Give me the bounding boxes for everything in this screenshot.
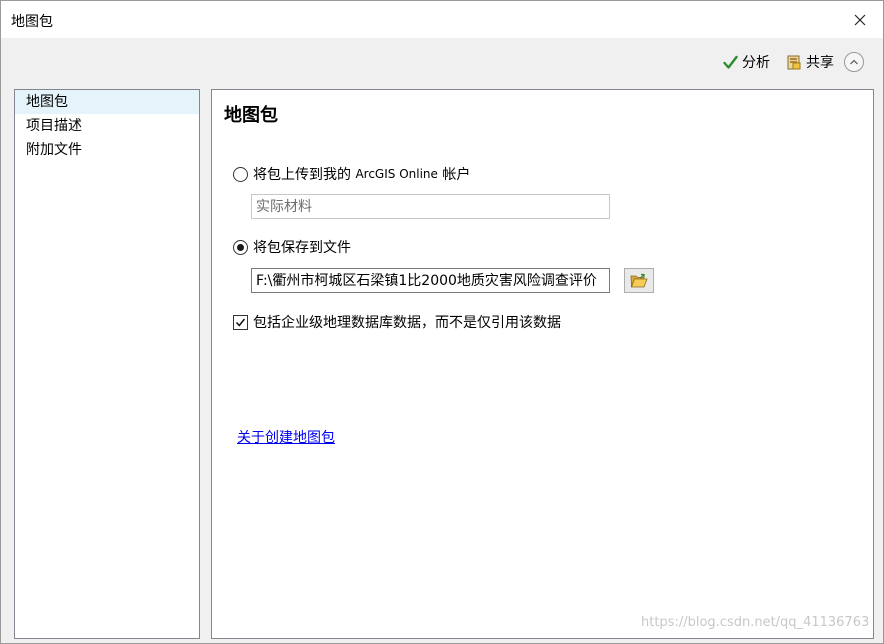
radio-button[interactable]: [233, 166, 248, 182]
window-title: 地图包: [11, 14, 53, 30]
folder-open-icon: [630, 273, 648, 287]
share-label: 共享: [806, 55, 834, 71]
main-panel: 地图包 将包上传到我的 ArcGIS Online 帐户 实际材料 将包保存到文…: [211, 89, 874, 639]
close-icon: [854, 14, 866, 25]
include-gdb-checkbox[interactable]: [233, 314, 248, 330]
browse-button[interactable]: [624, 268, 654, 293]
save-path-input[interactable]: F:\衢州市柯城区石梁镇1比2000地质灾害风险调查评价: [251, 268, 610, 293]
include-gdb-checkbox-row[interactable]: 包括企业级地理数据库数据，而不是仅引用该数据: [233, 312, 561, 332]
toolbar: 分析 共享: [1, 38, 883, 89]
collapse-button[interactable]: [844, 52, 864, 72]
analyze-label: 分析: [742, 55, 770, 71]
upload-option-radio[interactable]: 将包上传到我的 ArcGIS Online 帐户: [233, 164, 470, 184]
sidebar-nav: 地图包 项目描述 附加文件: [14, 89, 200, 639]
title-bar: 地图包: [1, 1, 883, 38]
upload-name-input[interactable]: 实际材料: [251, 194, 610, 219]
analyze-button[interactable]: 分析: [723, 52, 770, 72]
share-icon: [786, 54, 802, 70]
map-package-dialog: 地图包 分析 共享 地图包 项目描述 附加文件 地图包 将包上传到我的 ArcG…: [0, 0, 884, 644]
save-option-radio[interactable]: 将包保存到文件: [233, 237, 351, 257]
upload-option-label-arcgis: ArcGIS Online: [355, 167, 438, 181]
sidebar-item-label: 附加文件: [26, 142, 82, 158]
sidebar-item-item-description[interactable]: 项目描述: [15, 114, 199, 138]
panel-title: 地图包: [224, 105, 278, 126]
sidebar-item-additional-files[interactable]: 附加文件: [15, 138, 199, 162]
help-link-create-map-package[interactable]: 关于创建地图包: [237, 427, 335, 447]
share-button[interactable]: 共享: [786, 52, 834, 72]
checkmark-icon: [235, 318, 246, 327]
save-option-label: 将包保存到文件: [253, 240, 351, 256]
upload-option-label-suffix: 帐户: [437, 167, 471, 183]
checkmark-icon: [723, 55, 738, 70]
chevron-up-icon: [850, 59, 858, 65]
sidebar-item-label: 项目描述: [26, 118, 82, 134]
upload-option-label-prefix: 将包上传到我的: [253, 167, 356, 183]
watermark: https://blog.csdn.net/qq_41136763: [641, 615, 870, 630]
sidebar-item-label: 地图包: [26, 94, 68, 110]
radio-button-selected[interactable]: [233, 239, 248, 255]
include-gdb-label: 包括企业级地理数据库数据，而不是仅引用该数据: [253, 315, 561, 331]
sidebar-item-map-package[interactable]: 地图包: [15, 90, 199, 114]
close-button[interactable]: [837, 1, 883, 38]
